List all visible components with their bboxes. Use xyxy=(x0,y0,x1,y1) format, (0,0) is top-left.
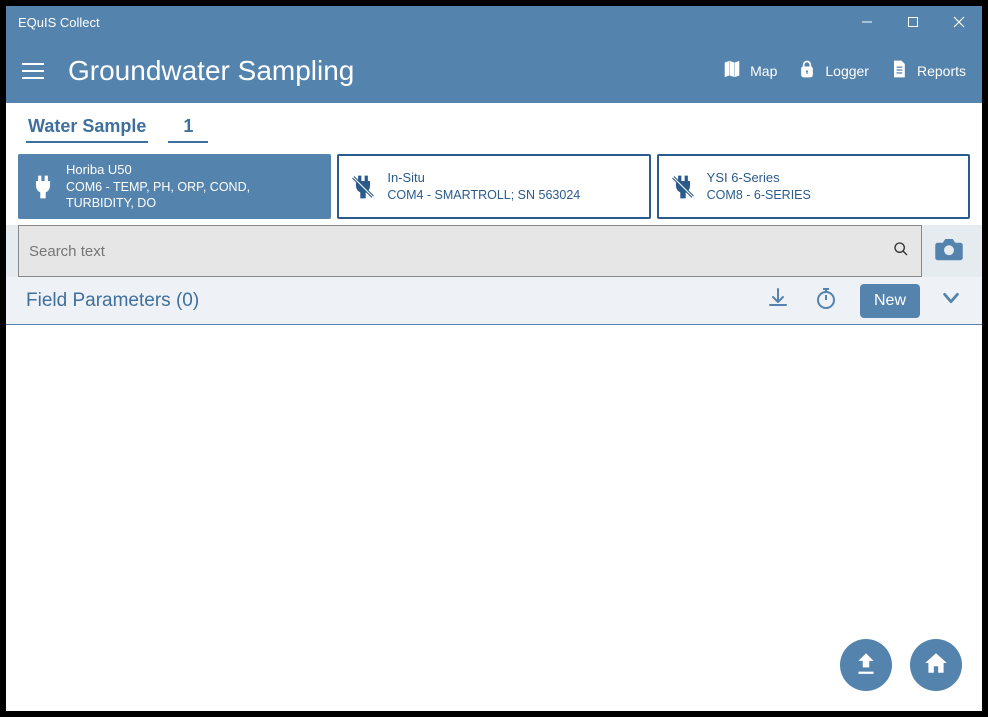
map-button[interactable]: Map xyxy=(722,59,777,82)
reports-label: Reports xyxy=(917,63,966,79)
device-name: In-Situ xyxy=(387,170,580,187)
plug-disconnected-icon xyxy=(349,174,377,200)
map-label: Map xyxy=(750,63,777,79)
download-icon xyxy=(766,286,790,315)
tab-count[interactable]: 1 xyxy=(168,112,208,143)
plug-disconnected-icon xyxy=(669,174,697,200)
chevron-down-icon xyxy=(940,296,962,313)
tab-water-sample[interactable]: Water Sample xyxy=(26,112,148,143)
device-card-horiba[interactable]: Horiba U50 COM6 - TEMP, PH, ORP, COND, T… xyxy=(18,154,331,219)
map-icon xyxy=(722,59,742,82)
reports-icon xyxy=(889,59,909,82)
logger-icon xyxy=(797,59,817,82)
search-wrap xyxy=(18,225,922,277)
minimize-button[interactable] xyxy=(844,6,890,38)
search-row xyxy=(6,225,982,277)
logger-button[interactable]: Logger xyxy=(797,59,869,82)
camera-button[interactable] xyxy=(928,225,970,277)
new-button[interactable]: New xyxy=(860,284,920,318)
device-card-ysi[interactable]: YSI 6-Series COM8 - 6-SERIES xyxy=(657,154,970,219)
upload-icon xyxy=(853,650,879,681)
app-header: Groundwater Sampling Map Logger Reports xyxy=(6,38,982,103)
reports-button[interactable]: Reports xyxy=(889,59,966,82)
stopwatch-icon xyxy=(814,286,838,315)
timer-button[interactable] xyxy=(812,287,840,315)
section-header: Field Parameters (0) New xyxy=(6,277,982,325)
camera-icon xyxy=(934,236,964,267)
content-area xyxy=(6,325,982,711)
device-sub: COM4 - SMARTROLL; SN 563024 xyxy=(387,187,580,203)
window-title: EQuIS Collect xyxy=(18,15,100,30)
device-name: YSI 6-Series xyxy=(707,170,811,187)
close-button[interactable] xyxy=(936,6,982,38)
tabs-row: Water Sample 1 xyxy=(6,103,982,148)
page-title: Groundwater Sampling xyxy=(68,55,722,87)
plug-connected-icon xyxy=(30,174,56,200)
title-bar: EQuIS Collect xyxy=(6,6,982,38)
devices-row: Horiba U50 COM6 - TEMP, PH, ORP, COND, T… xyxy=(6,148,982,225)
device-sub: COM6 - TEMP, PH, ORP, COND, TURBIDITY, D… xyxy=(66,179,319,212)
expand-button[interactable] xyxy=(940,287,962,314)
search-icon[interactable] xyxy=(893,241,909,262)
device-card-insitu[interactable]: In-Situ COM4 - SMARTROLL; SN 563024 xyxy=(337,154,650,219)
logger-label: Logger xyxy=(825,63,869,79)
search-input[interactable] xyxy=(29,243,911,260)
section-title: Field Parameters (0) xyxy=(26,290,764,312)
maximize-button[interactable] xyxy=(890,6,936,38)
home-fab[interactable] xyxy=(910,639,962,691)
device-sub: COM8 - 6-SERIES xyxy=(707,187,811,203)
home-icon xyxy=(923,650,949,681)
device-name: Horiba U50 xyxy=(66,162,319,179)
menu-button[interactable] xyxy=(22,55,54,87)
upload-fab[interactable] xyxy=(840,639,892,691)
download-button[interactable] xyxy=(764,287,792,315)
